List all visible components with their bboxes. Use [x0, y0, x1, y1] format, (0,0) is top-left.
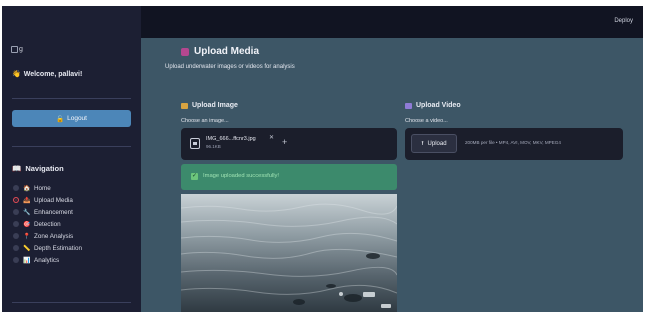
uploaded-file-size: 96.1KB: [206, 144, 221, 149]
image-file-uploader[interactable]: IMG_666...ffcnr3.jpg 96.1KB ✕ +: [181, 128, 397, 160]
upload-button-label: Upload: [427, 140, 447, 147]
pin-icon: 📍: [23, 233, 31, 240]
navigation-title: 📖 Navigation: [12, 164, 64, 173]
wrench-icon: 🔧: [23, 209, 31, 216]
image-uploader-label: Choose an image...: [181, 118, 229, 124]
video-file-uploader[interactable]: ⭱ Upload 200MB per file • MP4, AVI, MOV,…: [405, 128, 623, 160]
video-icon: [405, 102, 412, 109]
logo-text: g: [19, 46, 23, 53]
nav-item-detection[interactable]: 🎯 Detection: [13, 218, 82, 230]
navigation-radio-group: 🏠 Home 📤 Upload Media 🔧 Enhancement 🎯 De…: [13, 182, 82, 266]
nav-item-label: Enhancement: [34, 208, 73, 216]
logout-button[interactable]: 🔓 Logout: [12, 110, 131, 127]
nav-item-label: Zone Analysis: [34, 232, 74, 240]
navigation-title-text: Navigation: [25, 164, 64, 173]
welcome-text: Welcome, pallavi!: [23, 70, 83, 78]
add-file-icon[interactable]: +: [282, 137, 287, 147]
checkmark-icon: ✓: [191, 173, 198, 180]
broken-image-icon: [11, 46, 18, 53]
radio-button[interactable]: [13, 245, 19, 251]
underwater-photo: [181, 194, 397, 312]
uploaded-file-name: IMG_666...ffcnr3.jpg: [206, 136, 256, 142]
camera-icon: [181, 47, 189, 56]
top-toolbar: Deploy: [141, 6, 643, 38]
home-icon: 🏠: [23, 185, 31, 192]
radio-button[interactable]: [13, 209, 19, 215]
divider: [12, 98, 131, 99]
upload-image-heading-text: Upload Image: [192, 102, 238, 109]
wave-icon: 👋: [12, 71, 21, 78]
upload-arrow-icon: ⭱: [421, 140, 424, 147]
nav-item-depth-estimation[interactable]: 📏 Depth Estimation: [13, 242, 82, 254]
logout-label: Logout: [67, 115, 87, 122]
radio-button[interactable]: [13, 233, 19, 239]
nav-item-label: Home: [34, 184, 51, 192]
upload-image-heading: Upload Image: [181, 102, 238, 109]
uploaded-image-preview: [181, 194, 397, 312]
nav-item-enhancement[interactable]: 🔧 Enhancement: [13, 206, 82, 218]
nav-item-label: Upload Media: [34, 196, 73, 204]
main-content: Upload Media Upload underwater images or…: [141, 38, 643, 312]
nav-item-zone-analysis[interactable]: 📍 Zone Analysis: [13, 230, 82, 242]
app-window: g 👋 Welcome, pallavi! 🔓 Logout 📖 Navigat…: [2, 6, 643, 312]
radio-button[interactable]: [13, 257, 19, 263]
nav-item-label: Detection: [34, 220, 61, 228]
unlock-icon: 🔓: [56, 115, 65, 123]
book-icon: 📖: [12, 164, 22, 173]
radio-button[interactable]: [13, 185, 19, 191]
success-alert: ✓ Image uploaded successfully!: [181, 164, 397, 190]
nav-item-upload-media[interactable]: 📤 Upload Media: [13, 194, 82, 206]
upload-icon: 📤: [23, 197, 31, 204]
radio-button[interactable]: [13, 221, 19, 227]
file-icon: [190, 138, 200, 149]
upload-button[interactable]: ⭱ Upload: [411, 134, 457, 153]
upload-limits-hint: 200MB per file • MP4, AVI, MOV, MKV, MPE…: [465, 140, 561, 145]
page-title-text: Upload Media: [194, 46, 260, 57]
upload-video-heading-text: Upload Video: [416, 102, 461, 109]
deploy-button[interactable]: Deploy: [614, 18, 633, 24]
success-message: Image uploaded successfully!: [203, 173, 280, 179]
nav-item-home[interactable]: 🏠 Home: [13, 182, 82, 194]
sidebar: g 👋 Welcome, pallavi! 🔓 Logout 📖 Navigat…: [2, 6, 141, 312]
radio-button-selected[interactable]: [13, 197, 19, 203]
logo: g: [11, 46, 23, 53]
page-title: Upload Media: [181, 46, 259, 57]
image-icon: [181, 102, 188, 109]
nav-item-label: Depth Estimation: [34, 244, 82, 252]
upload-video-heading: Upload Video: [405, 102, 461, 109]
bar-chart-icon: 📊: [23, 257, 31, 264]
remove-file-icon[interactable]: ✕: [269, 134, 274, 141]
divider: [12, 302, 131, 303]
divider: [12, 146, 131, 147]
target-icon: 🎯: [23, 221, 31, 228]
nav-item-label: Analytics: [34, 256, 60, 264]
welcome-message: 👋 Welcome, pallavi!: [12, 70, 83, 79]
nav-item-analytics[interactable]: 📊 Analytics: [13, 254, 82, 266]
ruler-icon: 📏: [23, 245, 31, 252]
video-uploader-label: Choose a video...: [405, 118, 448, 124]
page-subtitle: Upload underwater images or videos for a…: [165, 64, 295, 70]
